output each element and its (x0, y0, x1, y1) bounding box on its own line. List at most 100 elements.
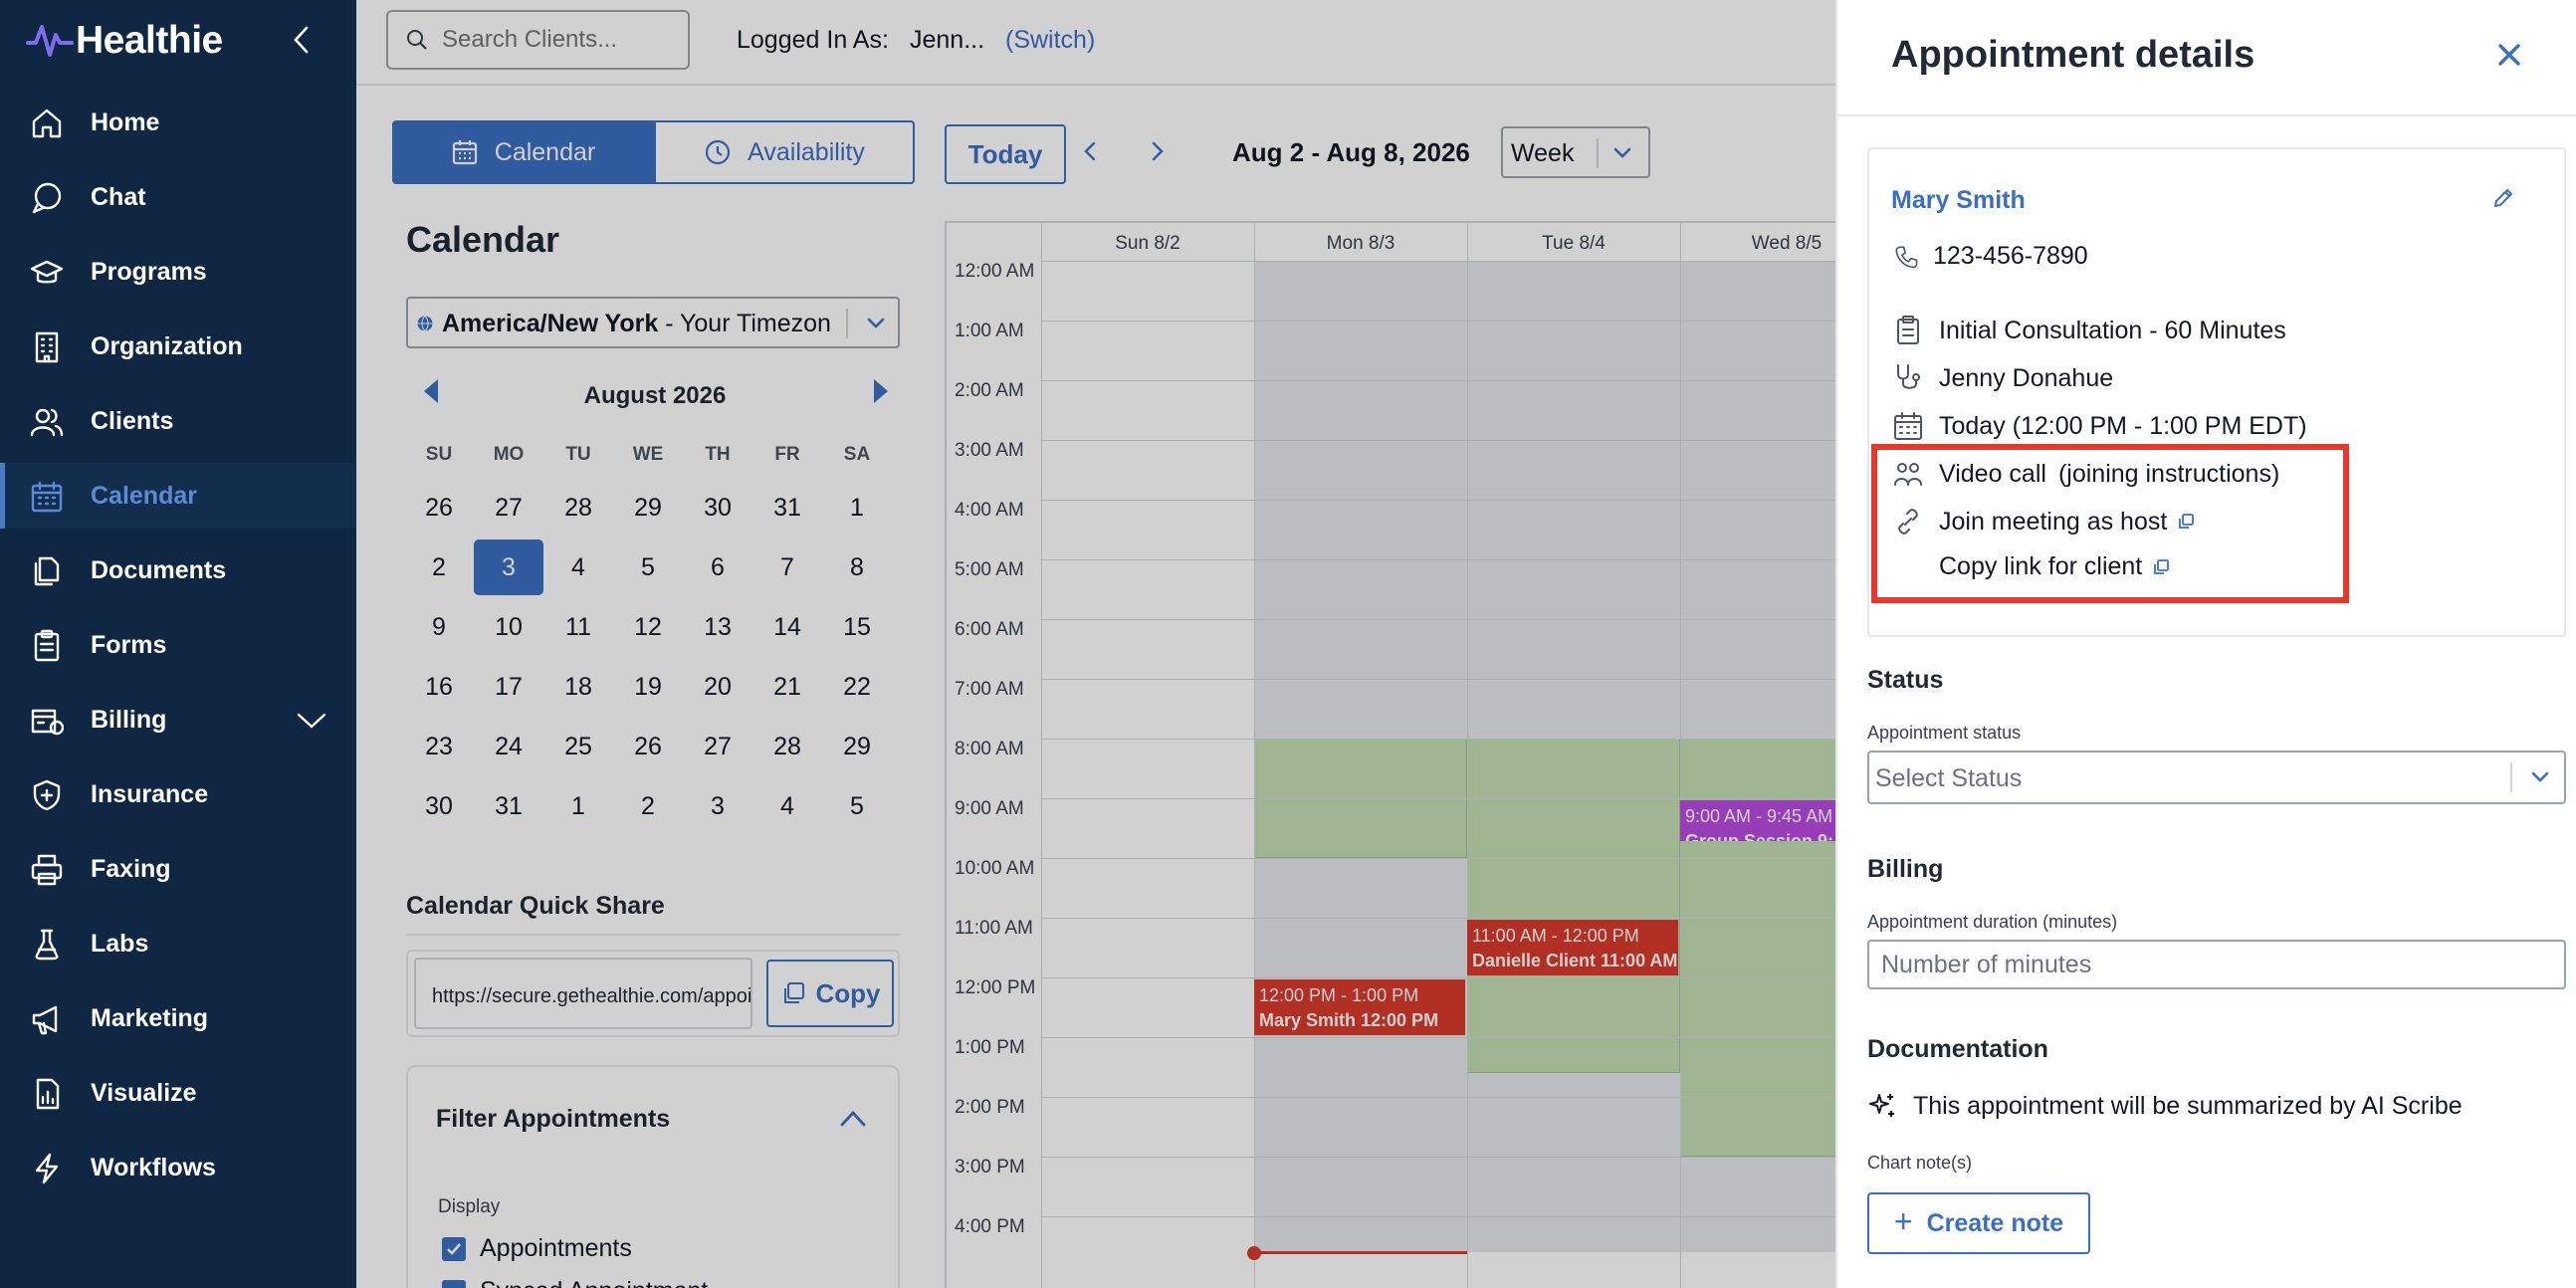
sidebar-item-programs[interactable]: Programs (0, 239, 356, 305)
next-month-button[interactable] (870, 376, 892, 406)
sidebar-item-labs[interactable]: Labs (0, 911, 356, 976)
next-week-button[interactable] (1143, 133, 1173, 169)
sidebar-item-clients[interactable]: Clients (0, 388, 356, 454)
mini-calendar-day[interactable]: 19 (613, 659, 683, 715)
appointment-status-select[interactable]: Select Status (1867, 751, 2566, 804)
day-of-week-label: MO (493, 444, 525, 465)
mini-calendar-day[interactable]: 4 (543, 539, 613, 595)
sidebar-item-home[interactable]: Home (0, 90, 356, 155)
mini-calendar-day[interactable]: 14 (752, 599, 822, 655)
client-name-link[interactable]: Mary Smith (1891, 186, 2026, 215)
mini-calendar-day[interactable]: 2 (613, 778, 683, 834)
sidebar-item-chat[interactable]: Chat (0, 164, 356, 230)
sidebar-item-visualize[interactable]: Visualize (0, 1060, 356, 1126)
sidebar-item-marketing[interactable]: Marketing (0, 985, 356, 1051)
previous-month-button[interactable] (420, 376, 442, 406)
mini-calendar-day[interactable]: 23 (404, 719, 474, 774)
edit-icon[interactable] (2490, 185, 2516, 211)
mini-calendar-day[interactable]: 18 (543, 659, 613, 715)
appointment-block[interactable]: 11:00 AM - 12:00 PM Danielle Client 11:00… (1467, 920, 1678, 975)
copy-label: Copy (815, 977, 881, 1008)
mini-calendar-day[interactable]: 1 (822, 480, 892, 536)
panel-title: Appointment details (1891, 34, 2255, 76)
appointment-block[interactable]: 9:00 AM - 9:45 AM Group Session 9: (1680, 800, 1835, 841)
mini-calendar-day[interactable]: 28 (752, 719, 822, 774)
tab-availability[interactable]: Availability (654, 120, 915, 184)
mini-calendar-day[interactable]: 30 (683, 480, 752, 536)
mini-calendar-day[interactable]: 1 (543, 778, 613, 834)
mini-calendar-day[interactable]: 20 (683, 659, 752, 715)
mini-calendar-day[interactable]: 21 (752, 659, 822, 715)
tab-calendar[interactable]: Calendar (392, 120, 654, 184)
today-button[interactable]: Today (945, 124, 1066, 184)
sidebar-item-forms[interactable]: Forms (0, 612, 356, 678)
day-column-header: Tue 8/4 (1542, 233, 1606, 254)
sidebar-item-insurance[interactable]: Insurance (0, 761, 356, 827)
create-note-button[interactable]: + Create note (1867, 1192, 2090, 1254)
mini-calendar-day[interactable]: 4 (752, 778, 822, 834)
time-label: 3:00 AM (955, 440, 1024, 461)
sidebar-item-workflows[interactable]: Workflows (0, 1135, 356, 1200)
mini-calendar-day[interactable]: 26 (613, 719, 683, 774)
mini-calendar-day[interactable]: 29 (822, 719, 892, 774)
mini-calendar-day[interactable]: 6 (683, 539, 752, 595)
duration-input[interactable]: Number of minutes (1867, 940, 2566, 989)
filter-appointments-checkbox[interactable]: Appointments (442, 1234, 632, 1263)
time-label: 3:00 PM (955, 1157, 1025, 1178)
mini-calendar-day[interactable]: 31 (474, 778, 543, 834)
mini-calendar-day[interactable]: 24 (474, 719, 543, 774)
mini-calendar-day[interactable]: 15 (822, 599, 892, 655)
sidebar-item-faxing[interactable]: Faxing (0, 836, 356, 902)
mini-calendar-day[interactable]: 3 (474, 539, 543, 595)
mini-calendar-day[interactable]: 12 (613, 599, 683, 655)
mini-calendar-day[interactable]: 3 (683, 778, 752, 834)
sidebar-item-calendar[interactable]: Calendar (0, 463, 356, 529)
tab-label: Availability (748, 137, 865, 166)
mini-calendar-day[interactable]: 7 (752, 539, 822, 595)
mini-calendar-day[interactable]: 26 (404, 480, 474, 536)
mini-calendar-day[interactable]: 27 (474, 480, 543, 536)
previous-week-button[interactable] (1075, 133, 1105, 169)
mini-calendar-day[interactable]: 17 (474, 659, 543, 715)
filter-synced-appointments-checkbox[interactable]: Synced Appointment (442, 1277, 708, 1288)
timezone-select[interactable]: America/New York - Your Timezon (406, 297, 900, 348)
mini-calendar-day[interactable]: 22 (822, 659, 892, 715)
sidebar-item-billing[interactable]: Billing (0, 687, 356, 752)
collapse-sidebar-button[interactable] (284, 18, 320, 62)
chevron-up-icon[interactable] (838, 1107, 868, 1131)
mini-calendar-day[interactable]: 27 (683, 719, 752, 774)
time-label: 2:00 PM (955, 1097, 1025, 1118)
mini-calendar-day[interactable]: 13 (683, 599, 752, 655)
chevron-down-icon[interactable] (295, 709, 328, 733)
divider (1837, 114, 2576, 116)
mini-calendar-day[interactable]: 11 (543, 599, 613, 655)
select-divider (846, 309, 848, 338)
mini-calendar-day[interactable]: 5 (613, 539, 683, 595)
mini-calendar-day[interactable]: 5 (822, 778, 892, 834)
mini-calendar-day[interactable]: 25 (543, 719, 613, 774)
copy-link-button[interactable]: Copy (766, 960, 894, 1027)
mini-calendar-day[interactable]: 30 (404, 778, 474, 834)
sidebar-item-organization[interactable]: Organization (0, 314, 356, 379)
search-box[interactable] (386, 10, 690, 70)
search-input[interactable] (442, 26, 671, 54)
insurance-icon (28, 777, 66, 813)
close-icon[interactable] (2490, 36, 2528, 74)
mini-calendar-day[interactable]: 16 (404, 659, 474, 715)
mini-calendar-day[interactable]: 2 (404, 539, 474, 595)
mini-calendar-day[interactable]: 10 (474, 599, 543, 655)
appointment-block[interactable]: 12:00 PM - 1:00 PM Mary Smith 12:00 PM (1254, 979, 1465, 1035)
mini-calendar-day[interactable]: 29 (613, 480, 683, 536)
healthie-logo[interactable]: Healthie (26, 14, 223, 68)
mini-calendar-day[interactable]: 28 (543, 480, 613, 536)
mini-calendar-day[interactable]: 31 (752, 480, 822, 536)
sidebar-item-documents[interactable]: Documents (0, 537, 356, 603)
view-select[interactable]: Week (1501, 126, 1650, 178)
quick-share-url-field[interactable]: https://secure.gethealthie.com/appoint (414, 958, 752, 1029)
appointment-time: 12:00 PM - 1:00 PM (1259, 985, 1419, 1005)
mini-calendar-day[interactable]: 9 (404, 599, 474, 655)
switch-user-link[interactable]: (Switch) (1005, 26, 1095, 55)
time-label: 1:00 AM (955, 321, 1024, 341)
mini-calendar-day[interactable]: 8 (822, 539, 892, 595)
display-label: Display (438, 1196, 501, 1217)
